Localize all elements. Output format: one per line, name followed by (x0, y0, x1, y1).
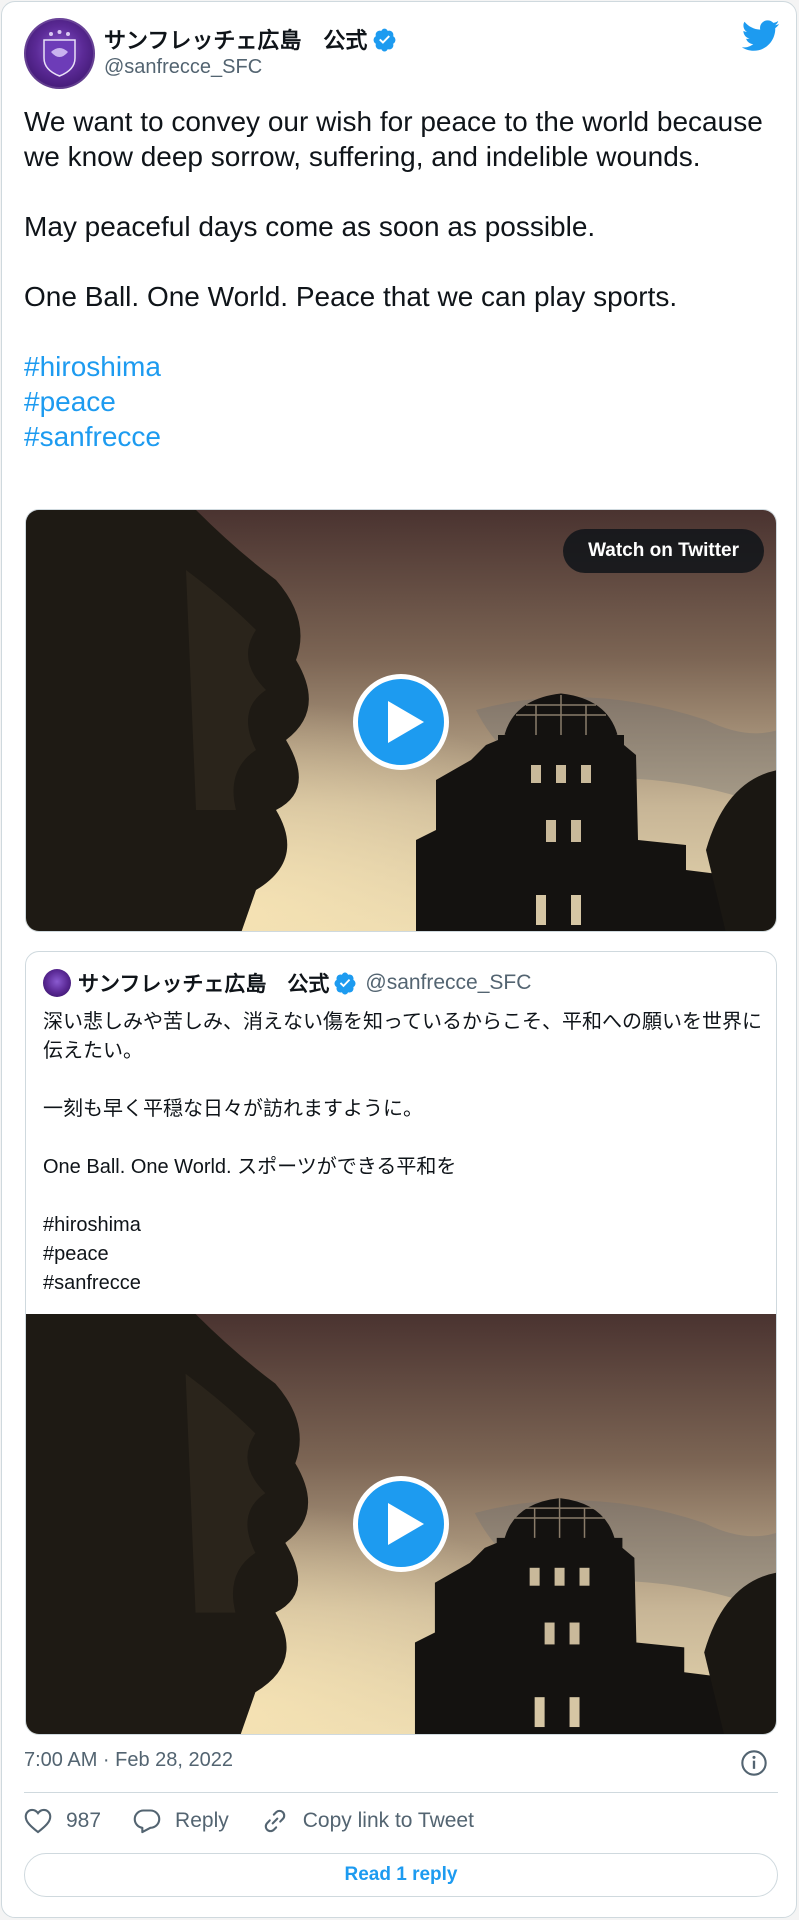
quoted-hashtag: #peace (43, 1243, 109, 1265)
quoted-paragraph: One Ball. One World. スポーツができる平和を (43, 1156, 457, 1178)
footer-divider (24, 1792, 778, 1793)
copy-link-button[interactable]: Copy link to Tweet (261, 1807, 474, 1835)
club-crest-icon (43, 30, 76, 77)
watch-on-twitter-button[interactable]: Watch on Twitter (563, 529, 764, 573)
verified-badge-icon (334, 972, 356, 995)
tweet-body: We want to convey our wish for peace to … (24, 104, 764, 454)
heart-icon (24, 1808, 52, 1834)
play-icon (388, 1503, 424, 1545)
tweet-paragraph: One Ball. One World. Peace that we can p… (24, 281, 678, 312)
author-handle[interactable]: @sanfrecce_SFC (104, 56, 262, 79)
play-button[interactable] (353, 674, 449, 770)
hashtag-link[interactable]: #peace (24, 384, 764, 419)
like-count: 987 (66, 1809, 102, 1832)
play-icon (388, 701, 424, 743)
quoted-video-player[interactable] (26, 1314, 776, 1734)
reply-label: Reply (175, 1809, 229, 1832)
quoted-hashtag: #sanfrecce (43, 1272, 141, 1294)
action-bar: 987 Reply Copy link to Tweet (24, 1804, 506, 1838)
quoted-play-button[interactable] (353, 1476, 449, 1572)
hashtag-link[interactable]: #hiroshima (24, 349, 764, 384)
hashtag-list: #hiroshima #peace #sanfrecce (24, 349, 764, 454)
quoted-hashtag: #hiroshima (43, 1214, 141, 1236)
reply-icon (133, 1809, 161, 1834)
quoted-tweet[interactable]: サンフレッチェ広島 公式 @sanfrecce_SFC 深い悲しみや苦しみ、消え… (25, 951, 777, 1735)
quoted-paragraph: 一刻も早く平穏な日々が訪れますように。 (43, 1098, 423, 1120)
tweet-paragraph: May peaceful days come as soon as possib… (24, 211, 596, 242)
verified-badge-icon (373, 28, 396, 51)
read-replies-button[interactable]: Read 1 reply (24, 1853, 778, 1897)
quoted-tweet-body: 深い悲しみや苦しみ、消えない傷を知っているからこそ、平和への願いを世界に伝えたい… (43, 1008, 763, 1298)
link-icon (264, 1809, 285, 1833)
quoted-handle: @sanfrecce_SFC (365, 971, 532, 994)
info-icon[interactable] (740, 1749, 768, 1777)
quoted-display-name: サンフレッチェ広島 公式 (78, 973, 330, 996)
quoted-tweet-header: サンフレッチェ広島 公式 @sanfrecce_SFC (43, 968, 531, 998)
copy-link-label: Copy link to Tweet (302, 1809, 474, 1832)
tweet-header: サンフレッチェ広島 公式 @sanfrecce_SFC (24, 18, 780, 90)
tweet-timestamp[interactable]: 7:00 AM · Feb 28, 2022 (24, 1749, 233, 1772)
hashtag-link[interactable]: #sanfrecce (24, 419, 764, 454)
author-display-name[interactable]: サンフレッチェ広島 公式 (104, 23, 367, 55)
video-player[interactable]: Watch on Twitter (25, 509, 777, 932)
avatar[interactable] (24, 18, 95, 89)
quoted-hashtag-list: #hiroshima #peace #sanfrecce (43, 1211, 763, 1298)
quoted-avatar (43, 969, 71, 997)
twitter-bird-icon[interactable] (742, 20, 780, 52)
like-button[interactable]: 987 (24, 1808, 101, 1834)
quoted-paragraph: 深い悲しみや苦しみ、消えない傷を知っているからこそ、平和への願いを世界に伝えたい… (43, 1011, 762, 1062)
reply-button[interactable]: Reply (133, 1808, 229, 1834)
tweet-card: サンフレッチェ広島 公式 @sanfrecce_SFC We want to c… (1, 1, 797, 1918)
tweet-paragraph: We want to convey our wish for peace to … (24, 106, 763, 172)
author-name-row[interactable]: サンフレッチェ広島 公式 (104, 24, 397, 54)
